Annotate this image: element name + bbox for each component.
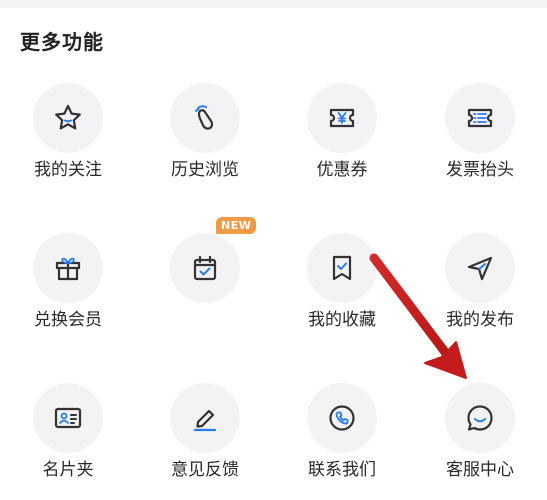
feature-label: 历史浏览 bbox=[171, 160, 239, 180]
feature-my-posts[interactable]: 我的发布 bbox=[425, 225, 535, 350]
feature-label: 我的关注 bbox=[34, 160, 102, 180]
icon-background bbox=[33, 233, 103, 303]
feature-row: 我的关注 历史浏览 优惠券 发票抬头 bbox=[0, 75, 547, 225]
feature-label: 名片夹 bbox=[42, 460, 94, 480]
icon-background bbox=[33, 83, 103, 153]
icon-background bbox=[170, 383, 240, 453]
feature-label: 发票抬头 bbox=[446, 160, 514, 180]
id-card-icon bbox=[54, 407, 82, 429]
feature-label: 我的发布 bbox=[446, 310, 514, 330]
feature-row: 兑换会员 NEW 我的收藏 我的发布 bbox=[0, 217, 547, 375]
icon-background bbox=[307, 83, 377, 153]
more-features-page: 更多功能 我的关注 历史浏览 优惠券 发票抬头 兑换会员 NEW 我的收藏 我的… bbox=[0, 0, 547, 500]
feature-history[interactable]: 历史浏览 bbox=[150, 75, 260, 200]
icon-background bbox=[445, 83, 515, 153]
icon-background bbox=[307, 383, 377, 453]
feature-business-cards[interactable]: 名片夹 bbox=[13, 375, 123, 500]
feature-label: 意见反馈 bbox=[171, 460, 239, 480]
icon-background bbox=[445, 233, 515, 303]
icon-background bbox=[307, 233, 377, 303]
footprint-icon bbox=[195, 105, 214, 130]
phone-icon bbox=[329, 405, 355, 431]
feature-label: 联系我们 bbox=[308, 460, 376, 480]
feature-coupons[interactable]: 优惠券 bbox=[287, 75, 397, 200]
feature-invoice-title[interactable]: 发票抬头 bbox=[425, 75, 535, 200]
icon-background bbox=[33, 383, 103, 453]
bookmark-check-icon bbox=[332, 255, 352, 281]
feature-my-favorites[interactable]: 我的收藏 bbox=[287, 225, 397, 350]
feature-label: 我的收藏 bbox=[308, 310, 376, 330]
icon-background bbox=[170, 233, 240, 303]
calendar-check-icon bbox=[193, 255, 217, 281]
feature-label: 兑换会员 bbox=[34, 310, 102, 330]
section-title: 更多功能 bbox=[20, 30, 104, 54]
icon-background bbox=[445, 383, 515, 453]
send-icon bbox=[467, 256, 493, 281]
gift-icon bbox=[55, 257, 81, 281]
pencil-icon bbox=[193, 409, 217, 432]
feature-redeem-membership[interactable]: 兑换会员 bbox=[13, 225, 123, 350]
feature-row: 名片夹 意见反馈 联系我们 客服中心 bbox=[0, 375, 547, 500]
star-icon bbox=[55, 104, 81, 130]
coupon-icon bbox=[329, 108, 355, 128]
feature-contact-us[interactable]: 联系我们 bbox=[287, 375, 397, 500]
top-divider bbox=[0, 0, 547, 8]
feature-customer-service[interactable]: 客服中心 bbox=[425, 375, 535, 500]
feature-checkin-calendar[interactable]: NEW bbox=[150, 217, 260, 350]
feature-label: 优惠券 bbox=[316, 160, 368, 180]
feature-my-follows[interactable]: 我的关注 bbox=[13, 75, 123, 200]
chat-bubble-icon bbox=[467, 405, 493, 431]
feature-feedback[interactable]: 意见反馈 bbox=[150, 375, 260, 500]
icon-background bbox=[170, 83, 240, 153]
feature-label: 客服中心 bbox=[446, 460, 514, 480]
new-badge: NEW bbox=[216, 217, 257, 234]
feature-grid: 我的关注 历史浏览 优惠券 发票抬头 兑换会员 NEW 我的收藏 我的发布 名片… bbox=[0, 75, 547, 500]
invoice-icon bbox=[467, 108, 493, 128]
